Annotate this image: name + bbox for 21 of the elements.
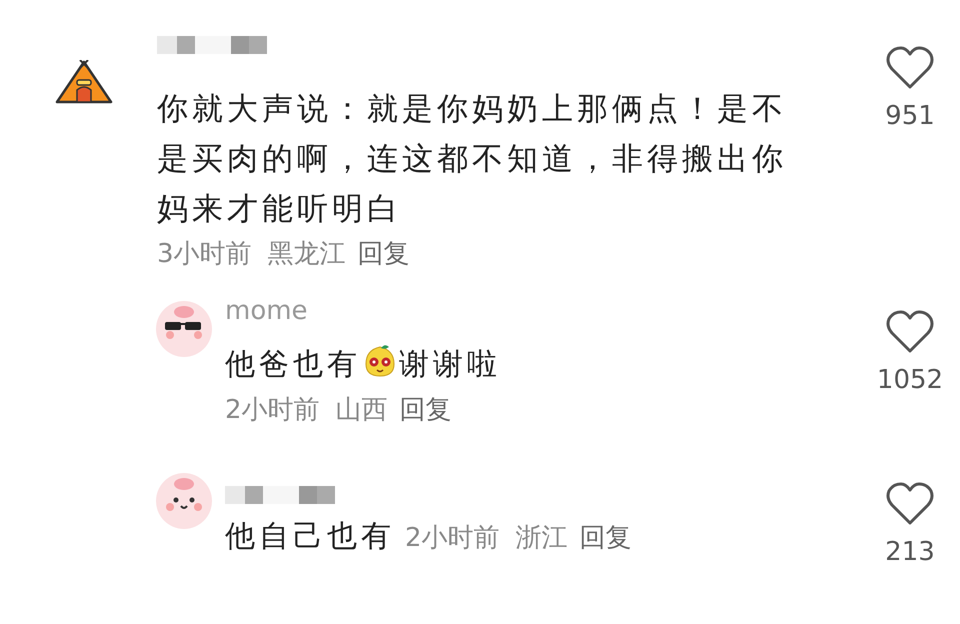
- comment-location: 浙江: [516, 522, 568, 555]
- reply-link[interactable]: 回复: [358, 236, 410, 272]
- comment-location: 黑龙江: [268, 238, 346, 271]
- heart-icon[interactable]: [886, 482, 934, 526]
- like-count: 951: [885, 100, 935, 133]
- tent-avatar-icon: [55, 60, 113, 104]
- heart-icon[interactable]: [886, 310, 934, 354]
- comment-text: 他自己也有: [225, 519, 395, 554]
- like-count: 213: [885, 536, 935, 569]
- avatar-icon[interactable]: [155, 300, 213, 358]
- comment-text: 他爸也有 谢谢啦: [225, 347, 501, 382]
- comment-time: 2小时前: [405, 522, 500, 555]
- like-count: 1052: [876, 364, 944, 397]
- comment-location: 山西: [336, 394, 388, 427]
- emoji-icon: [363, 344, 397, 378]
- heart-icon[interactable]: [886, 46, 934, 90]
- comment-time: 3小时前: [157, 238, 252, 271]
- comment-time: 2小时前: [225, 394, 320, 427]
- comment-text: 你就大声说：就是你妈奶上那俩点！是不是买肉的啊，连这都不知道，非得搬出你妈来才能听明白: [157, 91, 787, 227]
- reply-link[interactable]: 回复: [400, 392, 452, 428]
- reply-link[interactable]: 回复: [580, 520, 632, 556]
